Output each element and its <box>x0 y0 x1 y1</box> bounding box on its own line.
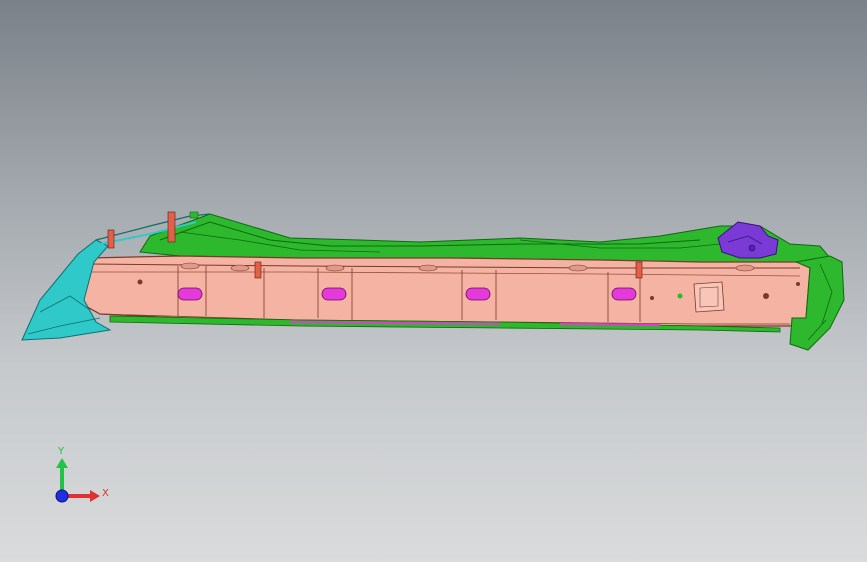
coordinate-triad: Y X <box>40 436 120 516</box>
z-axis-dot <box>55 489 69 503</box>
rocker-panel-model[interactable] <box>0 0 867 562</box>
y-axis-arrow <box>56 458 68 468</box>
x-axis-arrow <box>90 490 100 502</box>
y-axis-label: Y <box>57 446 65 457</box>
cad-viewport[interactable]: Y X <box>0 0 867 562</box>
coordinate-triad-icon: Y X <box>55 446 109 503</box>
x-axis-label: X <box>102 488 109 499</box>
main-body-panel <box>79 255 811 327</box>
